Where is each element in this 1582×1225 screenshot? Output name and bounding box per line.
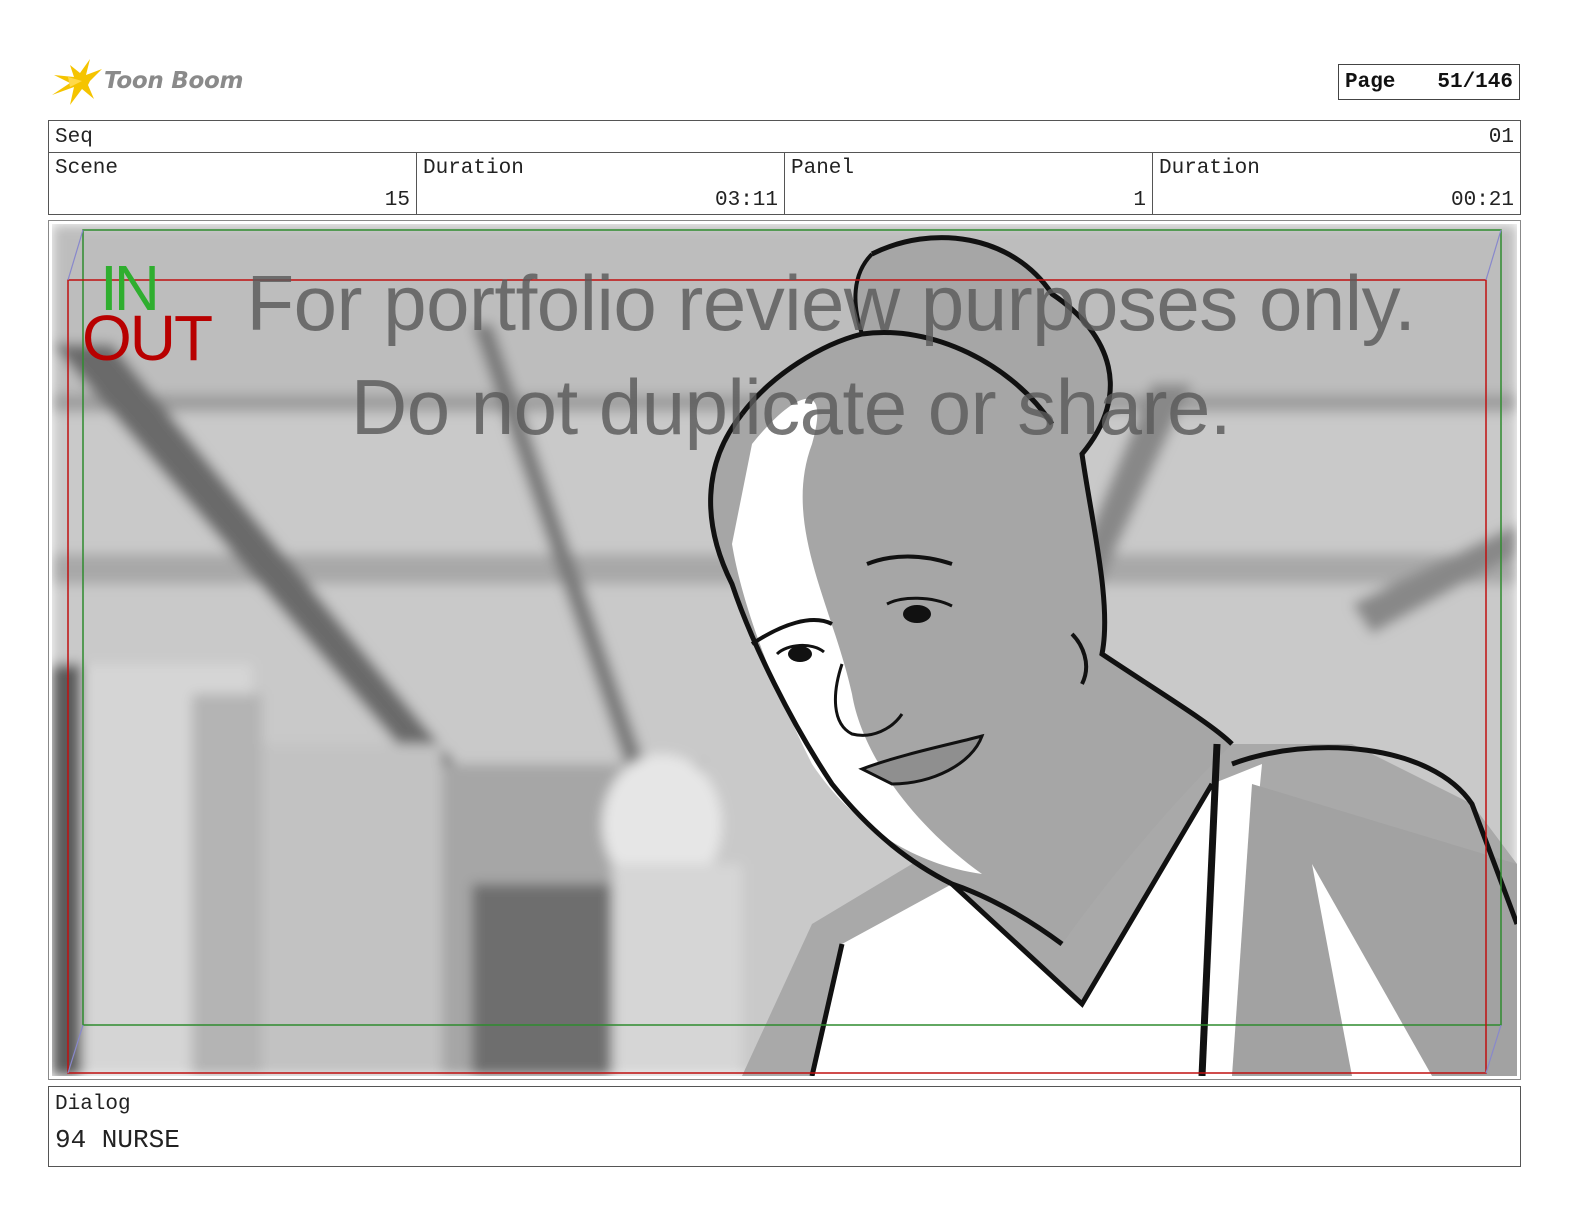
scene-duration-cell: Duration 03:11 [417,152,785,214]
panel-info-table: Seq 01 Scene 15 Duration 03:11 Panel 1 D… [48,120,1521,215]
seq-row: Seq 01 [49,121,1520,153]
scene-duration-value: 03:11 [714,189,778,212]
dialog-text: 94 NURSE [55,1125,180,1155]
panel-duration-cell: Duration 00:21 [1153,152,1520,214]
scene-value: 15 [384,189,410,212]
panel-drawing [52,224,1517,1076]
panel-label: Panel [791,157,855,180]
dialog-box: Dialog 94 NURSE [48,1086,1521,1167]
starburst-icon [52,59,102,105]
panel-cell: Panel 1 [785,152,1153,214]
storyboard-panel [48,220,1521,1080]
watermark-line-2: Do not duplicate or share. [350,363,1232,451]
panel-duration-value: 00:21 [1450,189,1514,212]
logo-text: Toon Boom [104,68,244,94]
panel-duration-label: Duration [1159,157,1260,180]
scene-label: Scene [55,157,119,180]
scene-duration-label: Duration [423,157,524,180]
seq-label: Seq [55,126,93,149]
page-label: Page [1345,70,1396,94]
watermark-line-1: For portfolio review purposes only. [246,259,1416,347]
scene-cell: Scene 15 [49,152,417,214]
page-number: 51/146 [1437,70,1513,94]
page-indicator: Page 51/146 [1338,64,1520,100]
panel-value: 1 [1133,189,1146,212]
toon-boom-logo: Toon Boom [50,56,243,106]
seq-value: 01 [1488,126,1514,149]
dialog-label: Dialog [55,1093,131,1116]
